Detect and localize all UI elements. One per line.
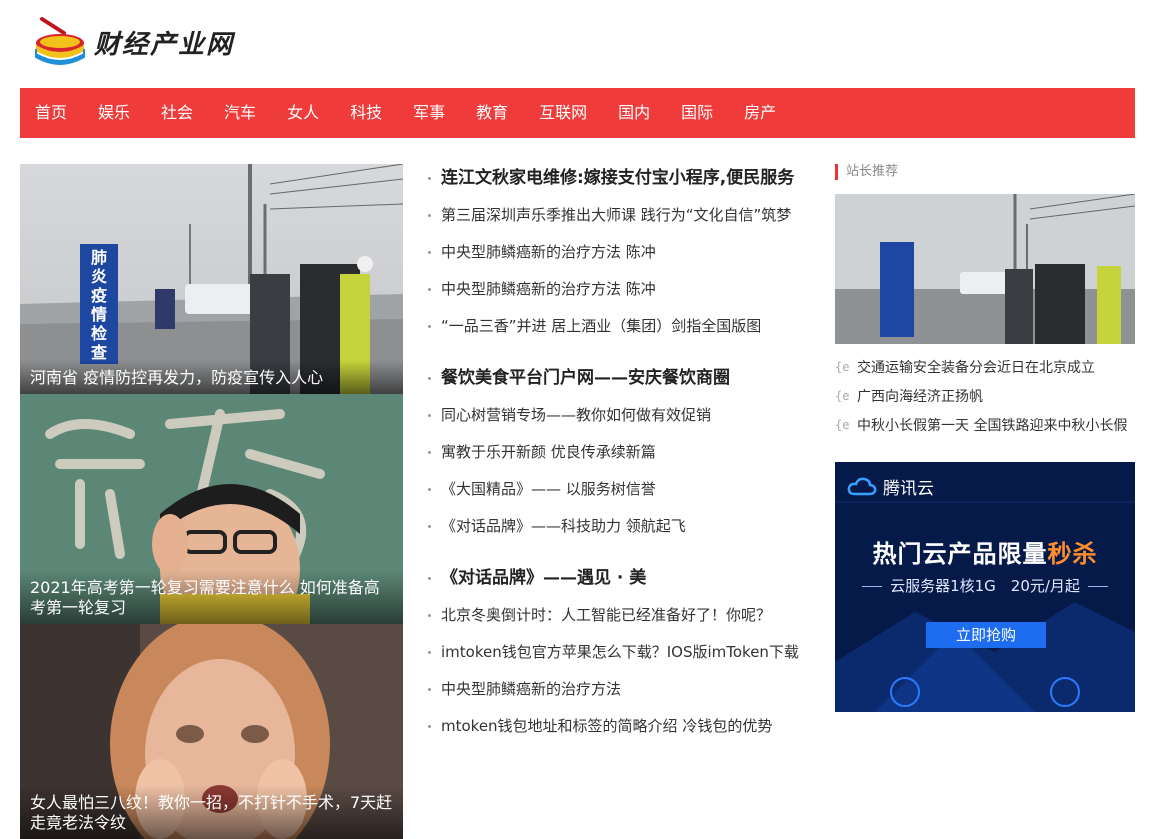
tencent-cloud-logo: 腾讯云 (847, 474, 934, 499)
ad-brand: 腾讯云 (883, 479, 934, 499)
nav-item-internet[interactable]: 互联网 (528, 88, 598, 138)
list-item[interactable]: 北京冬奥倒计时：人工智能已经准备好了！你呢？ (428, 597, 818, 634)
nav-item-society[interactable]: 社会 (150, 88, 204, 138)
sidebar: 站长推荐 {e 交通运输安全装备分会近日在北京成立 {e 广西向海经济正扬帆 {… (835, 164, 1135, 712)
ad-headline-text: 热门云产品限量 (872, 540, 1048, 568)
recommend-title: 站长推荐 (835, 164, 1135, 180)
list-item[interactable]: {e 广西向海经济正扬帆 (835, 381, 1135, 410)
ad-headline: 热门云产品限量秒杀 (835, 534, 1135, 569)
buy-now-button[interactable]: 立即抢购 (926, 622, 1046, 648)
section-headline[interactable]: 《对话品牌》——遇见 · 美 (428, 560, 818, 597)
section-headline[interactable]: 连江文秋家电维修:嫁接支付宝小程序,便民服务 (428, 160, 818, 197)
sign-char: 检 (90, 324, 107, 343)
list-item-label: 中秋小长假第一天 全国铁路迎来中秋小长假 (857, 417, 1128, 434)
nav-item-home[interactable]: 首页 (24, 88, 78, 138)
sign-char: 情 (90, 305, 107, 324)
list-item-label: 交通运输安全装备分会近日在北京成立 (857, 359, 1095, 376)
sign-char: 疫 (90, 286, 107, 305)
drum-logo-icon (34, 15, 86, 69)
list-item[interactable]: 《对话品牌》——科技助力 领航起飞 (428, 508, 818, 545)
checkpoint-sign: 肺 炎 疫 情 检 查 (80, 248, 118, 362)
news-card-gaokao[interactable]: 2021年高考第一轮复习需要注意什么 如何准备高考第一轮复习 (20, 394, 403, 624)
list-item-label: 广西向海经济正扬帆 (857, 388, 983, 405)
list-item[interactable]: 寓教于乐开新颜 优良传承续新篇 (428, 434, 818, 471)
list-item[interactable]: 中央型肺鳞癌新的治疗方法 陈冲 (428, 271, 818, 308)
nav-item-women[interactable]: 女人 (276, 88, 330, 138)
sign-char: 肺 (90, 248, 107, 267)
list-item[interactable]: “一品三香”并进 居上酒业（集团）剑指全国版图 (428, 308, 818, 345)
ie-icon: {e (835, 359, 850, 374)
news-card-wrinkles[interactable]: 女人最怕三八纹！教你一招，不打针不手术，7天赶走竟老法令纹 (20, 624, 403, 839)
list-item[interactable]: 中央型肺鳞癌新的治疗方法 陈冲 (428, 234, 818, 271)
card-caption[interactable]: 河南省 疫情防控再发力，防疫宣传入人心 (20, 360, 403, 394)
ad-subtitle: 云服务器1核1G 20元/月起 (835, 575, 1135, 596)
news-section: 连江文秋家电维修:嫁接支付宝小程序,便民服务 第三届深圳声乐季推出大师课 践行为… (428, 160, 818, 345)
list-item[interactable]: mtoken钱包地址和标签的简略介绍 冷钱包的优势 (428, 708, 818, 745)
nav-item-military[interactable]: 军事 (402, 88, 456, 138)
card-caption[interactable]: 2021年高考第一轮复习需要注意什么 如何准备高考第一轮复习 (20, 570, 403, 624)
ie-icon: {e (835, 417, 850, 432)
site-logo[interactable]: 财经产业网 (34, 14, 234, 70)
list-item[interactable]: 中央型肺鳞癌新的治疗方法 (428, 671, 818, 708)
nav-item-tech[interactable]: 科技 (339, 88, 393, 138)
card-caption[interactable]: 女人最怕三八纹！教你一招，不打针不手术，7天赶走竟老法令纹 (20, 785, 403, 839)
list-item[interactable]: {e 交通运输安全装备分会近日在北京成立 (835, 352, 1135, 381)
nav-item-realestate[interactable]: 房产 (733, 88, 787, 138)
main-nav: 首页 娱乐 社会 汽车 女人 科技 军事 教育 互联网 国内 国际 房产 (20, 88, 1135, 138)
section-headline[interactable]: 餐饮美食平台门户网——安庆餐饮商圈 (428, 360, 818, 397)
nav-item-international[interactable]: 国际 (670, 88, 724, 138)
list-item[interactable]: 第三届深圳声乐季推出大师课 践行为“文化自信”筑梦 (428, 197, 818, 234)
list-item[interactable]: {e 中秋小长假第一天 全国铁路迎来中秋小长假 (835, 410, 1135, 439)
list-item[interactable]: 同心树营销专场——教你如何做有效促销 (428, 397, 818, 434)
list-item[interactable]: 《大国精品》—— 以服务树信誉 (428, 471, 818, 508)
nav-item-domestic[interactable]: 国内 (607, 88, 661, 138)
nav-item-education[interactable]: 教育 (465, 88, 519, 138)
tencent-cloud-ad[interactable]: 腾讯云 热门云产品限量秒杀 云服务器1核1G 20元/月起 立即抢购 (835, 462, 1135, 712)
news-section: 餐饮美食平台门户网——安庆餐饮商圈 同心树营销专场——教你如何做有效促销 寓教于… (428, 360, 818, 545)
sign-char: 炎 (90, 267, 107, 286)
recommend-image[interactable] (835, 194, 1135, 344)
nav-item-auto[interactable]: 汽车 (213, 88, 267, 138)
ad-headline-hot: 秒杀 (1047, 540, 1098, 568)
headline-list: 连江文秋家电维修:嫁接支付宝小程序,便民服务 第三届深圳声乐季推出大师课 践行为… (428, 160, 818, 745)
list-item[interactable]: imtoken钱包官方苹果怎么下载？IOS版imToken下载 (428, 634, 818, 671)
site-name: 财经产业网 (94, 29, 235, 60)
nav-item-entertainment[interactable]: 娱乐 (87, 88, 141, 138)
cloud-icon (847, 477, 877, 495)
news-card-checkpoint[interactable]: 肺 炎 疫 情 检 查 河南省 疫情防控再发力，防疫宣传入人心 (20, 164, 403, 394)
news-section: 《对话品牌》——遇见 · 美 北京冬奥倒计时：人工智能已经准备好了！你呢？ im… (428, 560, 818, 745)
recommend-list: {e 交通运输安全装备分会近日在北京成立 {e 广西向海经济正扬帆 {e 中秋小… (835, 352, 1135, 439)
ie-icon: {e (835, 388, 850, 403)
